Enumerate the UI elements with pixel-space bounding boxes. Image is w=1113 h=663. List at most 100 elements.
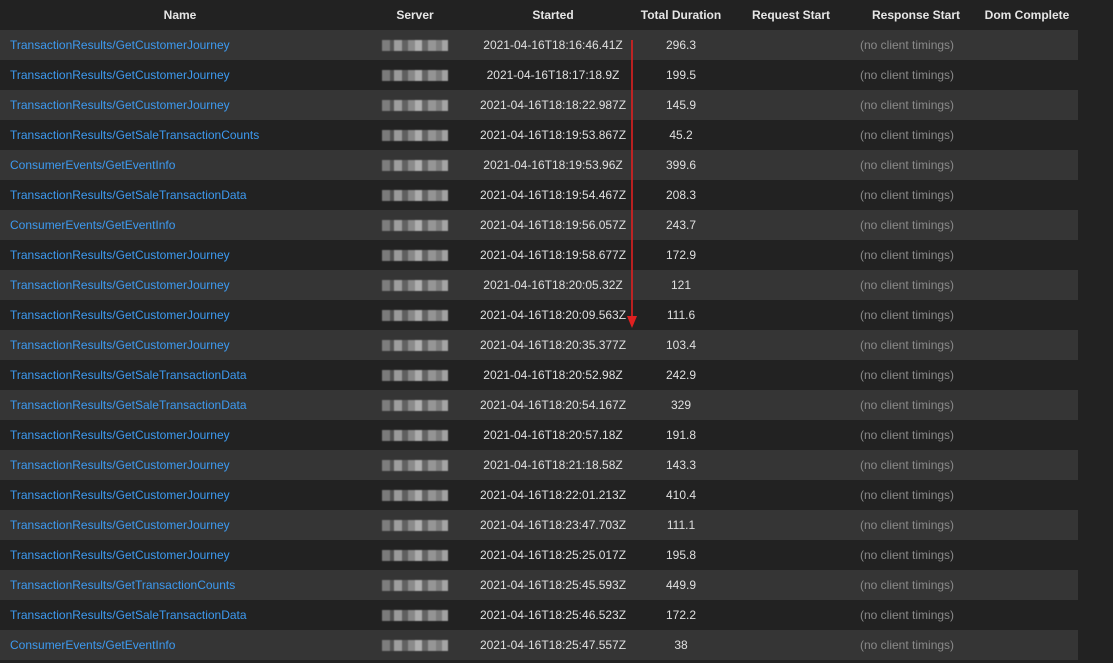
table-row: TransactionResults/GetCustomerJourney 202… [0,450,1078,480]
server-cell [360,270,470,300]
request-start-cell [726,210,856,240]
redacted-server-name [382,220,448,232]
request-start-cell [726,120,856,150]
request-name-link[interactable]: TransactionResults/GetSaleTransactionDat… [10,608,247,622]
total-duration-cell: 172.2 [636,600,726,630]
request-start-cell [726,600,856,630]
table-row: ConsumerEvents/GetEventInfo 2021-04-16T18… [0,150,1078,180]
started-cell: 2021-04-16T18:22:01.213Z [470,480,636,510]
request-name-link[interactable]: TransactionResults/GetCustomerJourney [10,428,230,442]
started-cell: 2021-04-16T18:25:25.017Z [470,540,636,570]
table-header: Name Server Started Total Duration Reque… [0,0,1078,30]
table-row: TransactionResults/GetSaleTransactionDat… [0,180,1078,210]
name-cell: TransactionResults/GetCustomerJourney [0,90,360,120]
request-name-link[interactable]: TransactionResults/GetCustomerJourney [10,458,230,472]
request-name-link[interactable]: ConsumerEvents/GetEventInfo [10,638,175,652]
request-name-link[interactable]: TransactionResults/GetCustomerJourney [10,308,230,322]
started-cell: 2021-04-16T18:20:09.563Z [470,300,636,330]
request-start-cell [726,450,856,480]
request-name-link[interactable]: TransactionResults/GetCustomerJourney [10,248,230,262]
column-header-started[interactable]: Started [470,0,636,30]
name-cell: TransactionResults/GetSaleTransactionDat… [0,180,360,210]
table-row: TransactionResults/GetCustomerJourney 202… [0,300,1078,330]
started-cell: 2021-04-16T18:19:54.467Z [470,180,636,210]
server-cell [360,30,470,60]
table-row: TransactionResults/GetCustomerJourney 202… [0,480,1078,510]
name-cell: TransactionResults/GetCustomerJourney [0,540,360,570]
total-duration-cell: 143.3 [636,450,726,480]
table-row: TransactionResults/GetCustomerJourney 202… [0,540,1078,570]
column-header-dom-complete[interactable]: Dom Complete [976,0,1078,30]
started-cell: 2021-04-16T18:18:22.987Z [470,90,636,120]
request-start-cell [726,240,856,270]
total-duration-cell: 121 [636,270,726,300]
redacted-server-name [382,190,448,202]
total-duration-cell: 111.6 [636,300,726,330]
name-cell: TransactionResults/GetCustomerJourney [0,30,360,60]
request-name-link[interactable]: TransactionResults/GetCustomerJourney [10,278,230,292]
redacted-server-name [382,520,448,532]
profiler-results-view: Name Server Started Total Duration Reque… [0,0,1113,663]
request-name-link[interactable]: TransactionResults/GetCustomerJourney [10,98,230,112]
request-name-link[interactable]: ConsumerEvents/GetEventInfo [10,218,175,232]
total-duration-cell: 172.9 [636,240,726,270]
started-cell: 2021-04-16T18:20:57.18Z [470,420,636,450]
column-header-request-start[interactable]: Request Start [726,0,856,30]
request-start-cell [726,60,856,90]
request-name-link[interactable]: TransactionResults/GetSaleTransactionDat… [10,188,247,202]
dom-complete-cell [976,150,1078,180]
column-header-server[interactable]: Server [360,0,470,30]
name-cell: TransactionResults/GetSaleTransactionDat… [0,600,360,630]
total-duration-cell: 191.8 [636,420,726,450]
request-name-link[interactable]: TransactionResults/GetCustomerJourney [10,68,230,82]
request-name-link[interactable]: TransactionResults/GetSaleTransactionDat… [10,368,247,382]
dom-complete-cell [976,390,1078,420]
dom-complete-cell [976,210,1078,240]
column-header-response-start[interactable]: Response Start [856,0,976,30]
redacted-server-name [382,370,448,382]
request-name-link[interactable]: TransactionResults/GetCustomerJourney [10,488,230,502]
request-name-link[interactable]: TransactionResults/GetCustomerJourney [10,548,230,562]
request-name-link[interactable]: TransactionResults/GetCustomerJourney [10,518,230,532]
request-name-link[interactable]: TransactionResults/GetSaleTransactionCou… [10,128,259,142]
table-row: TransactionResults/GetCustomerJourney 202… [0,420,1078,450]
request-name-link[interactable]: TransactionResults/GetCustomerJourney [10,38,230,52]
server-cell [360,420,470,450]
total-duration-cell: 410.4 [636,480,726,510]
dom-complete-cell [976,360,1078,390]
request-start-cell [726,330,856,360]
request-start-cell [726,90,856,120]
started-cell: 2021-04-16T18:23:47.703Z [470,510,636,540]
request-name-link[interactable]: TransactionResults/GetCustomerJourney [10,338,230,352]
dom-complete-cell [976,270,1078,300]
redacted-server-name [382,490,448,502]
client-timings-cell: (no client timings) [856,510,976,540]
started-cell: 2021-04-16T18:19:53.867Z [470,120,636,150]
server-cell [360,390,470,420]
redacted-server-name [382,40,448,52]
redacted-server-name [382,160,448,172]
client-timings-cell: (no client timings) [856,600,976,630]
dom-complete-cell [976,300,1078,330]
column-header-name[interactable]: Name [0,0,360,30]
table-row: TransactionResults/GetCustomerJourney 202… [0,240,1078,270]
request-name-link[interactable]: TransactionResults/GetSaleTransactionDat… [10,398,247,412]
dom-complete-cell [976,570,1078,600]
table-row: TransactionResults/GetCustomerJourney 202… [0,510,1078,540]
name-cell: TransactionResults/GetCustomerJourney [0,510,360,540]
request-start-cell [726,510,856,540]
request-name-link[interactable]: ConsumerEvents/GetEventInfo [10,158,175,172]
column-header-total-duration[interactable]: Total Duration [636,0,726,30]
name-cell: TransactionResults/GetCustomerJourney [0,300,360,330]
request-start-cell [726,390,856,420]
redacted-server-name [382,280,448,292]
name-cell: ConsumerEvents/GetEventInfo [0,630,360,660]
request-name-link[interactable]: TransactionResults/GetTransactionCounts [10,578,235,592]
table-row: ConsumerEvents/GetEventInfo 2021-04-16T18… [0,630,1078,660]
server-cell [360,240,470,270]
server-cell [360,120,470,150]
name-cell: TransactionResults/GetCustomerJourney [0,240,360,270]
redacted-server-name [382,580,448,592]
table-row: TransactionResults/GetSaleTransactionDat… [0,600,1078,630]
client-timings-cell: (no client timings) [856,630,976,660]
